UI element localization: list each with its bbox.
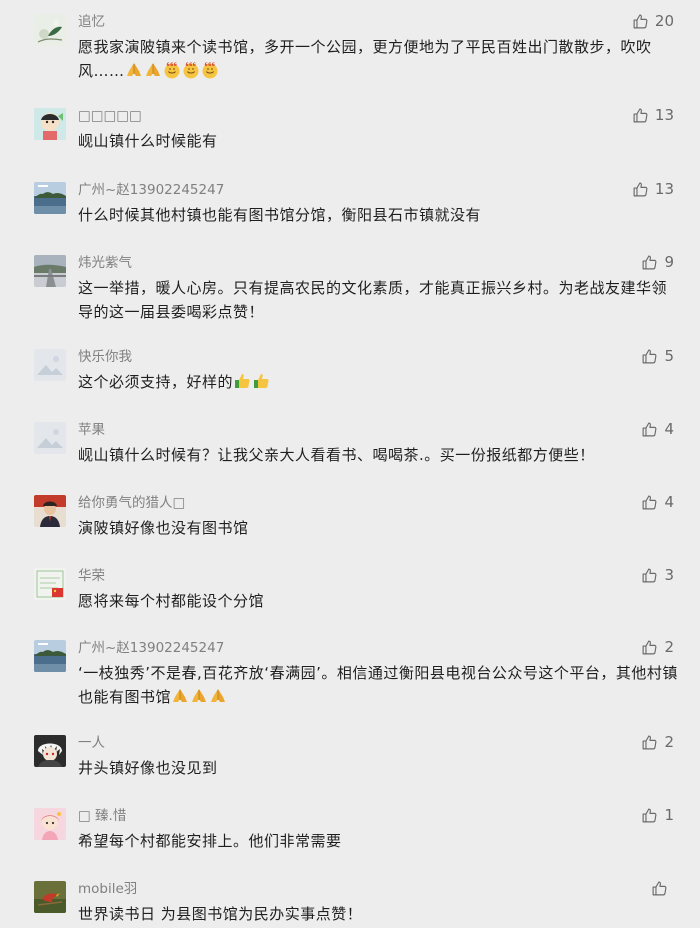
- like-count: 2: [664, 638, 674, 656]
- comment-username[interactable]: 给你勇气的猎人□: [78, 493, 185, 513]
- comment-text: ‘一枝独秀’不是春,百花齐放‘春满园’。相信通过衡阳县电视台公众号这个平台，其他…: [78, 661, 678, 709]
- pray-emoji-icon: [171, 687, 189, 705]
- like-button[interactable]: 4: [641, 491, 674, 513]
- comment-username[interactable]: 炜光紫气: [78, 253, 132, 273]
- comment-body: 这一举措，暖人心房。只有提高农民的文化素质，才能真正振兴乡村。为老战友建华领导的…: [78, 279, 668, 321]
- comment-text: 世界读书日 为县图书馆为民办实事点赞！: [78, 902, 678, 926]
- comment-body: 井头镇好像也没见到: [78, 759, 218, 777]
- comment-username[interactable]: 广州~赵13902245247: [78, 180, 224, 200]
- like-count: 13: [654, 106, 674, 124]
- comment-body: 世界读书日 为县图书馆为民办实事点赞！: [78, 905, 363, 923]
- like-button[interactable]: 5: [641, 345, 674, 367]
- comment-username[interactable]: 广州~赵13902245247: [78, 638, 224, 658]
- comment-body: 希望每个村都能安排上。他们非常需要: [78, 832, 342, 850]
- thumbs-up-icon: [641, 348, 658, 365]
- comment-text: 什么时候其他村镇也能有图书馆分馆，衡阳县石市镇就没有: [78, 203, 678, 227]
- thumbs-up-icon: [651, 880, 668, 897]
- like-count: 4: [664, 420, 674, 438]
- thumbs-up-emoji-icon: [233, 372, 251, 390]
- avatar-girl[interactable]: [34, 808, 66, 840]
- comment-text: 演陂镇好像也没有图书馆: [78, 516, 678, 540]
- avatar-person[interactable]: [34, 495, 66, 527]
- like-count: 5: [664, 347, 674, 365]
- comment-username[interactable]: 华荣: [78, 566, 105, 586]
- avatar-flag[interactable]: [34, 568, 66, 600]
- comment-username[interactable]: 一人: [78, 733, 105, 753]
- comment-username[interactable]: 快乐你我: [78, 347, 132, 367]
- thumbs-up-icon: [641, 254, 658, 271]
- thumbs-up-icon: [641, 567, 658, 584]
- thumbs-up-icon: [641, 734, 658, 751]
- comment-body: 这个必须支持，好样的: [78, 373, 234, 391]
- avatar-bird[interactable]: [34, 881, 66, 913]
- avatar-lake[interactable]: [34, 182, 66, 214]
- emoji-group: [233, 373, 271, 391]
- like-button[interactable]: 3: [641, 564, 674, 586]
- emoji-group: [171, 688, 228, 706]
- avatar-anime[interactable]: [34, 735, 66, 767]
- like-button[interactable]: 20: [632, 10, 674, 32]
- like-count: 3: [664, 566, 674, 584]
- comment-body: ‘一枝独秀’不是春,百花齐放‘春满园’。相信通过衡阳县电视台公众号这个平台，其他…: [78, 664, 678, 706]
- emoji-group: 666 666 666: [125, 62, 220, 80]
- like-button[interactable]: 2: [641, 731, 674, 753]
- comment-text: 愿将来每个村都能设个分馆: [78, 589, 678, 613]
- like-button[interactable]: 13: [632, 104, 674, 126]
- like-button[interactable]: 1: [641, 804, 674, 826]
- like-count: 4: [664, 493, 674, 511]
- avatar-lake[interactable]: [34, 640, 66, 672]
- comment-text: 愿我家演陂镇来个读书馆，多开一个公园，更方便地为了平民百姓出门散散步，吹吹风………: [78, 35, 678, 83]
- comment-text: 井头镇好像也没见到: [78, 756, 678, 780]
- comment-body: 什么时候其他村镇也能有图书馆分馆，衡阳县石市镇就没有: [78, 206, 482, 224]
- like-count: 13: [654, 180, 674, 198]
- comment-username[interactable]: □□□□□: [78, 106, 142, 126]
- like-button[interactable]: 4: [641, 418, 674, 440]
- pray-emoji-icon: [190, 687, 208, 705]
- thumbs-up-icon: [632, 181, 649, 198]
- pray-emoji-icon: [209, 687, 227, 705]
- comment-text: 岘山镇什么时候能有: [78, 129, 678, 153]
- comment-username[interactable]: 追忆: [78, 12, 105, 32]
- like-button[interactable]: 2: [641, 636, 674, 658]
- thumbs-up-icon: [641, 807, 658, 824]
- comment-text: 这个必须支持，好样的: [78, 370, 678, 394]
- comment-text: 这一举措，暖人心房。只有提高农民的文化素质，才能真正振兴乡村。为老战友建华领导的…: [78, 276, 678, 324]
- svg-text:666: 666: [185, 62, 196, 68]
- avatar-cartoon[interactable]: [34, 108, 66, 140]
- comment-text: 希望每个村都能安排上。他们非常需要: [78, 829, 678, 853]
- thumbs-up-emoji-icon: [252, 372, 270, 390]
- smile-666-emoji-icon: 666: [163, 61, 181, 79]
- svg-text:666: 666: [166, 62, 177, 68]
- comment-body: 演陂镇好像也没有图书馆: [78, 519, 249, 537]
- svg-text:666: 666: [204, 62, 215, 68]
- comment-text: 岘山镇什么时候有？让我父亲大人看看书、喝喝茶.。买一份报纸都方便些！: [78, 443, 678, 467]
- avatar-lotus[interactable]: [34, 14, 66, 46]
- comment-body: 愿将来每个村都能设个分馆: [78, 592, 265, 610]
- like-button[interactable]: 13: [632, 178, 674, 200]
- smile-666-emoji-icon: 666: [182, 61, 200, 79]
- like-count: 1: [664, 806, 674, 824]
- avatar-default[interactable]: [34, 349, 66, 381]
- smile-666-emoji-icon: 666: [201, 61, 219, 79]
- pray-emoji-icon: [144, 61, 162, 79]
- avatar-road[interactable]: [34, 255, 66, 287]
- like-button[interactable]: 9: [641, 251, 674, 273]
- pray-emoji-icon: [125, 61, 143, 79]
- thumbs-up-icon: [632, 13, 649, 30]
- comment-body: 岘山镇什么时候有？让我父亲大人看看书、喝喝茶.。买一份报纸都方便些！: [78, 446, 595, 464]
- comment-username[interactable]: 苹果: [78, 420, 105, 440]
- avatar-default[interactable]: [34, 422, 66, 454]
- like-count: 2: [664, 733, 674, 751]
- thumbs-up-icon: [641, 494, 658, 511]
- like-count: 20: [654, 12, 674, 30]
- thumbs-up-icon: [641, 421, 658, 438]
- comment-username[interactable]: mobile羽: [78, 879, 137, 899]
- comment-username[interactable]: □ 臻.惜: [78, 806, 126, 826]
- comment-body: 岘山镇什么时候能有: [78, 132, 218, 150]
- thumbs-up-icon: [632, 107, 649, 124]
- like-button[interactable]: [651, 877, 674, 899]
- like-count: 9: [664, 253, 674, 271]
- thumbs-up-icon: [641, 639, 658, 656]
